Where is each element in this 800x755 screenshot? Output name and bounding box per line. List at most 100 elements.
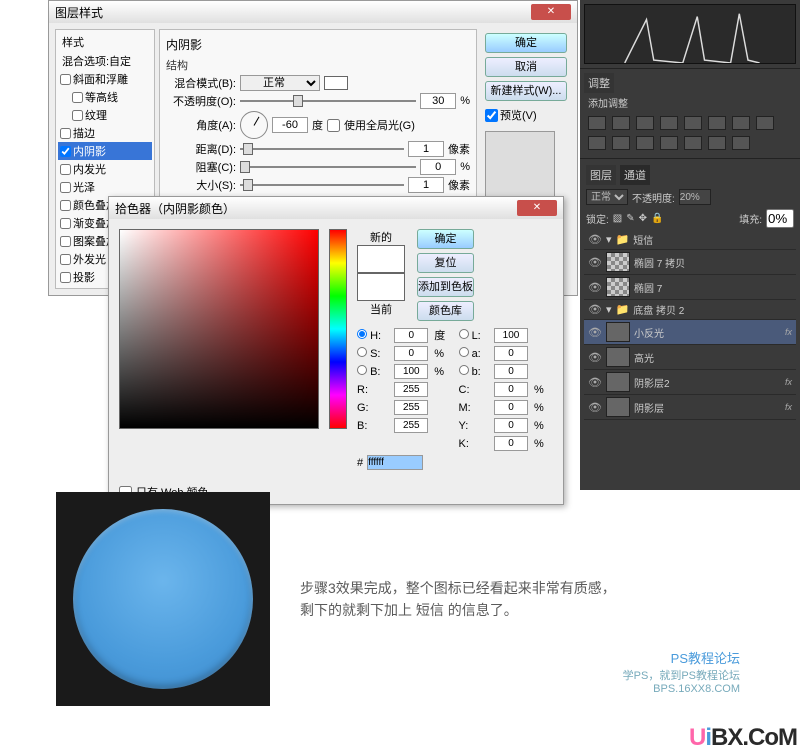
layer-shadow[interactable]: 👁阴影层fx — [584, 395, 796, 420]
eye-icon[interactable]: 👁 — [588, 233, 602, 246]
r-input[interactable] — [394, 382, 428, 397]
dialog-title-bar[interactable]: 图层样式 ✕ — [49, 1, 577, 23]
b2-radio[interactable] — [459, 365, 469, 375]
channels-tab[interactable]: 通道 — [620, 165, 650, 185]
poster-icon[interactable] — [660, 136, 678, 150]
layer-small-highlight[interactable]: 👁小反光fx — [584, 320, 796, 345]
vibrance-icon[interactable] — [684, 116, 702, 130]
style-stroke[interactable]: 描边 — [58, 124, 152, 142]
eye-icon[interactable]: 👁 — [588, 281, 602, 294]
lock-brush-icon[interactable]: ✎ — [626, 213, 634, 224]
angle-dial[interactable] — [240, 111, 268, 139]
threshold-icon[interactable] — [684, 136, 702, 150]
adjustments-tab[interactable]: 调整 — [584, 73, 614, 93]
exposure-icon[interactable] — [660, 116, 678, 130]
chevron-down-icon[interactable]: ▾ — [606, 303, 612, 316]
style-contour[interactable]: 等高线 — [58, 88, 152, 106]
layer-shadow2[interactable]: 👁阴影层2fx — [584, 370, 796, 395]
cancel-button[interactable]: 取消 — [485, 57, 567, 77]
preview-checkbox-row[interactable]: 预览(V) — [485, 107, 567, 123]
ok-button[interactable]: 确定 — [485, 33, 567, 53]
levels-icon[interactable] — [612, 116, 630, 130]
close-icon[interactable]: ✕ — [531, 4, 571, 20]
curves-icon[interactable] — [636, 116, 654, 130]
choke-input[interactable] — [420, 159, 456, 175]
h-input[interactable] — [394, 328, 428, 343]
s-radio[interactable] — [357, 347, 367, 357]
fill-input[interactable] — [766, 209, 794, 228]
colorpicker-title-bar[interactable]: 拾色器（内阴影颜色） ✕ — [109, 197, 563, 219]
k-input[interactable] — [494, 436, 528, 451]
distance-slider[interactable] — [240, 142, 404, 156]
eye-icon[interactable]: 👁 — [588, 401, 602, 414]
invert-icon[interactable] — [636, 136, 654, 150]
opacity-slider[interactable] — [240, 94, 416, 108]
a-radio[interactable] — [459, 347, 469, 357]
layers-tab[interactable]: 图层 — [586, 165, 616, 185]
bl-input[interactable] — [394, 418, 428, 433]
style-bevel[interactable]: 斜面和浮雕 — [58, 70, 152, 88]
layer-highlight[interactable]: 👁高光 — [584, 345, 796, 370]
y-input[interactable] — [494, 418, 528, 433]
eye-icon[interactable]: 👁 — [588, 351, 602, 364]
channel-mixer-icon[interactable] — [588, 136, 606, 150]
eye-icon[interactable]: 👁 — [588, 376, 602, 389]
size-slider[interactable] — [240, 178, 404, 192]
choke-slider[interactable] — [240, 160, 416, 174]
style-inner-shadow[interactable]: 内阴影 — [58, 142, 152, 160]
s-input[interactable] — [394, 346, 428, 361]
b2-input[interactable] — [494, 364, 528, 379]
layer-opacity-input[interactable] — [679, 189, 711, 205]
blend-mode-select[interactable]: 正常 — [240, 75, 320, 91]
close-icon[interactable]: ✕ — [517, 200, 557, 216]
use-global-light-checkbox[interactable] — [327, 119, 340, 132]
chevron-down-icon[interactable]: ▾ — [606, 233, 612, 246]
style-inner-glow[interactable]: 内发光 — [58, 160, 152, 178]
cp-ok-button[interactable]: 确定 — [417, 229, 474, 249]
selective-icon[interactable] — [732, 136, 750, 150]
photo-filter-icon[interactable] — [756, 116, 774, 130]
blending-options[interactable]: 混合选项:自定 — [58, 52, 152, 70]
angle-input[interactable] — [272, 117, 308, 133]
lookup-icon[interactable] — [612, 136, 630, 150]
size-input[interactable] — [408, 177, 444, 193]
l-input[interactable] — [494, 328, 528, 343]
fx-badge[interactable]: fx — [785, 377, 792, 387]
m-input[interactable] — [494, 400, 528, 415]
fx-badge[interactable]: fx — [785, 402, 792, 412]
brightness-icon[interactable] — [588, 116, 606, 130]
distance-input[interactable] — [408, 141, 444, 157]
hue-strip[interactable] — [329, 229, 347, 429]
c-input[interactable] — [494, 382, 528, 397]
gradient-map-icon[interactable] — [708, 136, 726, 150]
layer-ellipse7[interactable]: 👁椭圆 7 — [584, 275, 796, 300]
eye-icon[interactable]: 👁 — [588, 303, 602, 316]
hex-input[interactable] — [367, 455, 423, 470]
eye-icon[interactable]: 👁 — [588, 326, 602, 339]
style-texture[interactable]: 纹理 — [58, 106, 152, 124]
lock-transparency-icon[interactable]: ▧ — [613, 213, 622, 224]
saturation-field[interactable] — [119, 229, 319, 429]
lock-all-icon[interactable]: 🔒 — [651, 213, 663, 224]
lock-move-icon[interactable]: ✥ — [639, 213, 647, 224]
fx-badge[interactable]: fx — [785, 327, 792, 337]
h-radio[interactable] — [357, 329, 367, 339]
b-radio[interactable] — [357, 365, 367, 375]
g-input[interactable] — [394, 400, 428, 415]
layer-group-sms[interactable]: 👁▾📁短信 — [584, 230, 796, 250]
shadow-color-swatch[interactable] — [324, 76, 348, 90]
hue-icon[interactable] — [708, 116, 726, 130]
a-input[interactable] — [494, 346, 528, 361]
opacity-input[interactable] — [420, 93, 456, 109]
new-style-button[interactable]: 新建样式(W)... — [485, 81, 567, 101]
cp-reset-button[interactable]: 复位 — [417, 253, 474, 273]
b-input[interactable] — [394, 364, 428, 379]
cp-color-lib-button[interactable]: 颜色库 — [417, 301, 474, 321]
bw-icon[interactable] — [732, 116, 750, 130]
layer-ellipse7-copy[interactable]: 👁椭圆 7 拷贝 — [584, 250, 796, 275]
cp-add-swatch-button[interactable]: 添加到色板 — [417, 277, 474, 297]
layer-group-base[interactable]: 👁▾📁底盘 拷贝 2 — [584, 300, 796, 320]
blend-mode-select[interactable]: 正常 — [586, 189, 628, 205]
eye-icon[interactable]: 👁 — [588, 256, 602, 269]
l-radio[interactable] — [459, 329, 469, 339]
